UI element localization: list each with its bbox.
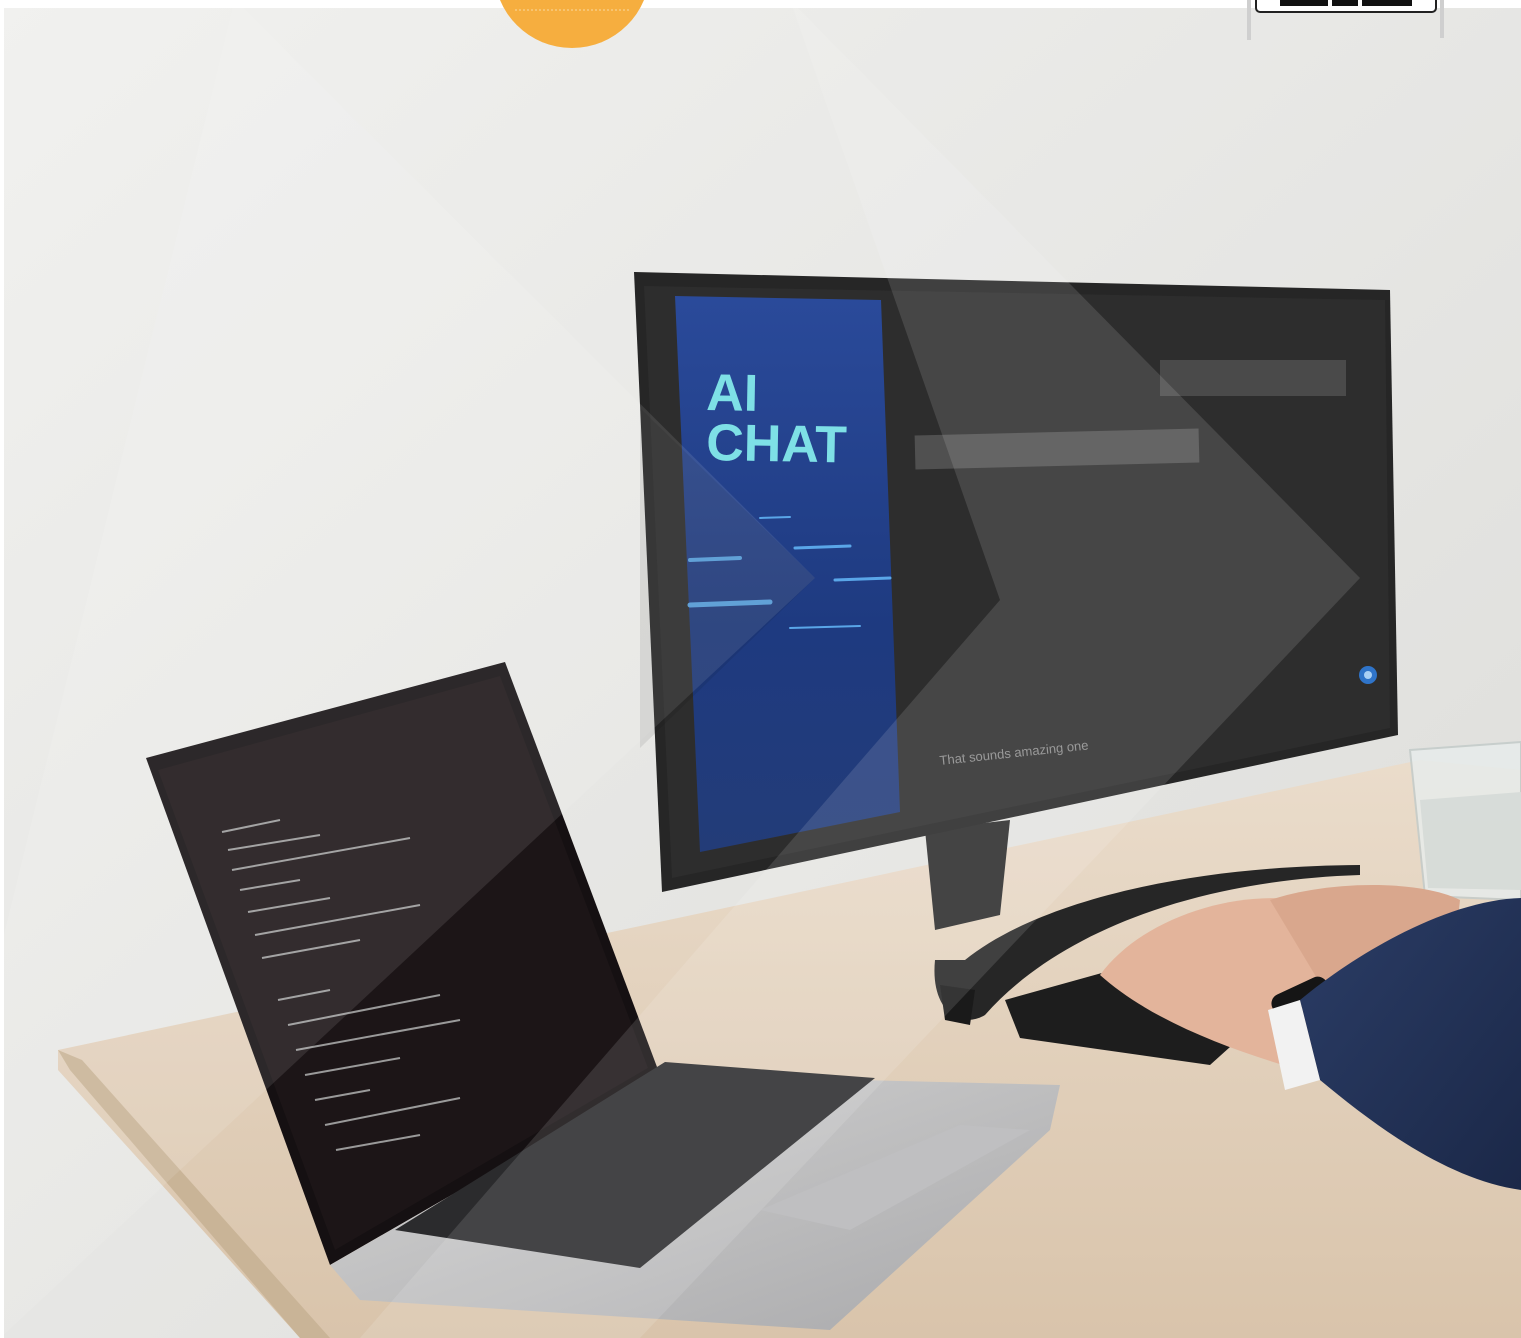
send-button-icon bbox=[1359, 666, 1377, 684]
water-glass bbox=[1408, 740, 1521, 902]
ai-chat-title-line2: CHAT bbox=[706, 414, 848, 474]
chat-message-incoming bbox=[1160, 360, 1346, 396]
photo-stage: AI CHAT That sounds amazing one bbox=[0, 0, 1521, 1338]
workspace-photo: AI CHAT That sounds amazing one bbox=[0, 0, 1521, 1338]
